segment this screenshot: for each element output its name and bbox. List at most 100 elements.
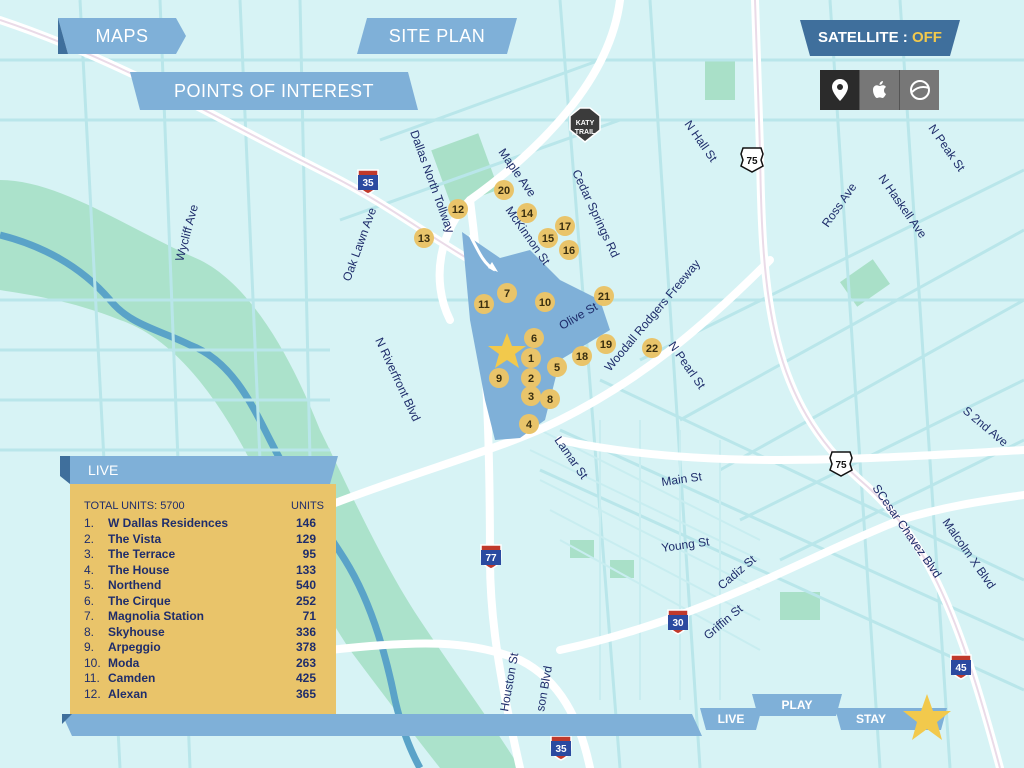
live-item-units: 425 xyxy=(295,671,316,685)
live-list-item[interactable]: 7. Magnolia Station 71 xyxy=(84,609,316,625)
live-item-name: Skyhouse xyxy=(108,624,165,639)
svg-text:75: 75 xyxy=(835,460,847,471)
live-list-item[interactable]: 11. Camden 425 xyxy=(84,671,316,687)
poi-number: 20 xyxy=(498,185,510,197)
live-item-name: Camden xyxy=(108,671,156,685)
live-list-item[interactable]: 2. The Vista 129 xyxy=(84,532,316,548)
poi-number: 21 xyxy=(598,291,610,303)
tab-stay-label: STAY xyxy=(855,712,886,726)
poi-marker[interactable]: 3 xyxy=(521,386,541,406)
live-item-units: 252 xyxy=(295,593,316,608)
poi-marker[interactable]: 4 xyxy=(519,414,539,434)
poi-marker[interactable]: 6 xyxy=(524,328,544,348)
live-list-item[interactable]: 5. Northend 540 xyxy=(84,578,316,594)
svg-text:75: 75 xyxy=(746,156,758,167)
tab-maps[interactable]: MAPS xyxy=(58,18,186,54)
satellite-toggle[interactable]: SATELLITE : OFF xyxy=(800,20,960,56)
poi-number: 9 xyxy=(496,373,502,385)
us-75-shield: 75 xyxy=(740,147,764,173)
live-item-units: 129 xyxy=(295,531,316,546)
live-item-units: 133 xyxy=(295,562,316,577)
live-list-item[interactable]: 9. Arpeggio 378 xyxy=(84,640,316,656)
live-item-units: 71 xyxy=(302,609,316,623)
live-item-name: The Terrace xyxy=(108,547,176,561)
poi-marker[interactable]: 14 xyxy=(517,203,537,223)
poi-marker[interactable]: 7 xyxy=(497,283,517,303)
live-item-name: Magnolia Station xyxy=(108,609,204,623)
google-earth-icon[interactable] xyxy=(900,70,939,110)
poi-marker[interactable]: 1 xyxy=(521,348,541,368)
poi-number: 19 xyxy=(600,339,612,351)
live-list-item[interactable]: 1. W Dallas Residences 146 xyxy=(84,516,316,532)
tab-live-label: LIVE xyxy=(717,712,745,726)
live-item-units: 365 xyxy=(295,686,316,701)
poi-marker[interactable]: 16 xyxy=(559,240,579,260)
poi-marker[interactable]: 2 xyxy=(521,368,541,388)
park xyxy=(570,540,594,558)
live-list: 1. W Dallas Residences 146 2. The Vista 129 3.… xyxy=(84,516,316,702)
poi-number: 4 xyxy=(526,419,533,431)
live-item-name: The Cirque xyxy=(108,593,171,608)
live-list-item[interactable]: 12. Alexan 365 xyxy=(84,687,316,703)
poi-marker[interactable]: 11 xyxy=(474,294,494,314)
live-item-num: 1. xyxy=(84,516,95,530)
live-list-item[interactable]: 3. The Terrace 95 xyxy=(84,547,316,563)
poi-number: 14 xyxy=(521,208,534,220)
live-item-num: 11. xyxy=(84,671,100,685)
apple-icon[interactable] xyxy=(860,70,900,110)
poi-marker[interactable]: 18 xyxy=(572,346,592,366)
tab-site-plan[interactable]: SITE PLAN xyxy=(357,18,517,54)
svg-text:45: 45 xyxy=(955,663,967,674)
poi-marker[interactable]: 21 xyxy=(594,286,614,306)
stay-star-icon xyxy=(903,694,951,740)
poi-number: 7 xyxy=(504,288,510,300)
live-list-item[interactable]: 6. The Cirque 252 xyxy=(84,594,316,610)
poi-number: 3 xyxy=(528,391,534,403)
satellite-state: OFF xyxy=(911,29,942,46)
live-item-name: Arpeggio xyxy=(108,640,161,654)
units-column-header: UNITS xyxy=(291,500,324,512)
poi-marker[interactable]: 8 xyxy=(540,389,560,409)
live-item-num: 6. xyxy=(84,593,95,608)
poi-marker[interactable]: 10 xyxy=(535,292,555,312)
live-item-num: 12. xyxy=(84,686,101,701)
live-item-num: 9. xyxy=(84,640,95,654)
live-item-name: Northend xyxy=(108,578,162,592)
poi-number: 1 xyxy=(528,353,534,365)
poi-marker[interactable]: 5 xyxy=(547,357,567,377)
poi-marker[interactable]: 13 xyxy=(414,228,434,248)
live-item-num: 8. xyxy=(84,624,95,639)
live-item-num: 4. xyxy=(84,562,95,577)
poi-marker[interactable]: 12 xyxy=(448,199,468,219)
live-list-item[interactable]: 8. Skyhouse 336 xyxy=(84,625,316,641)
live-item-name: Alexan xyxy=(108,686,148,701)
poi-marker[interactable]: 15 xyxy=(538,228,558,248)
live-panel-header[interactable]: LIVE xyxy=(60,456,338,484)
poi-marker[interactable]: 20 xyxy=(494,180,514,200)
poi-marker[interactable]: 22 xyxy=(642,338,662,358)
live-item-units: 540 xyxy=(295,578,316,592)
map-provider-icons xyxy=(820,70,940,110)
park xyxy=(780,592,820,620)
poi-number: 17 xyxy=(559,221,571,233)
tab-play[interactable]: PLAY xyxy=(752,694,842,716)
poi-marker[interactable]: 17 xyxy=(555,216,575,236)
live-list-item[interactable]: 4. The House 133 xyxy=(84,563,316,579)
tab-site-plan-label: SITE PLAN xyxy=(388,25,486,46)
bottom-bar xyxy=(62,714,702,736)
pin-icon[interactable] xyxy=(820,70,860,110)
poi-number: 6 xyxy=(531,333,537,345)
live-item-units: 378 xyxy=(295,640,316,654)
live-panel: TOTAL UNITS: 5700 UNITS 1. W Dallas Resid… xyxy=(70,484,336,716)
poi-number: 10 xyxy=(539,297,551,309)
live-item-name: The Vista xyxy=(108,531,162,546)
tab-points-of-interest[interactable]: POINTS OF INTEREST xyxy=(130,72,418,110)
satellite-label: SATELLITE xyxy=(818,29,899,46)
poi-number: 8 xyxy=(547,394,553,406)
poi-marker[interactable]: 19 xyxy=(596,334,616,354)
live-list-item[interactable]: 10. Moda 263 xyxy=(84,656,316,672)
svg-text:35: 35 xyxy=(555,744,567,755)
svg-text:KATY: KATY xyxy=(576,120,595,127)
poi-number: 13 xyxy=(418,233,430,245)
poi-marker[interactable]: 9 xyxy=(489,368,509,388)
